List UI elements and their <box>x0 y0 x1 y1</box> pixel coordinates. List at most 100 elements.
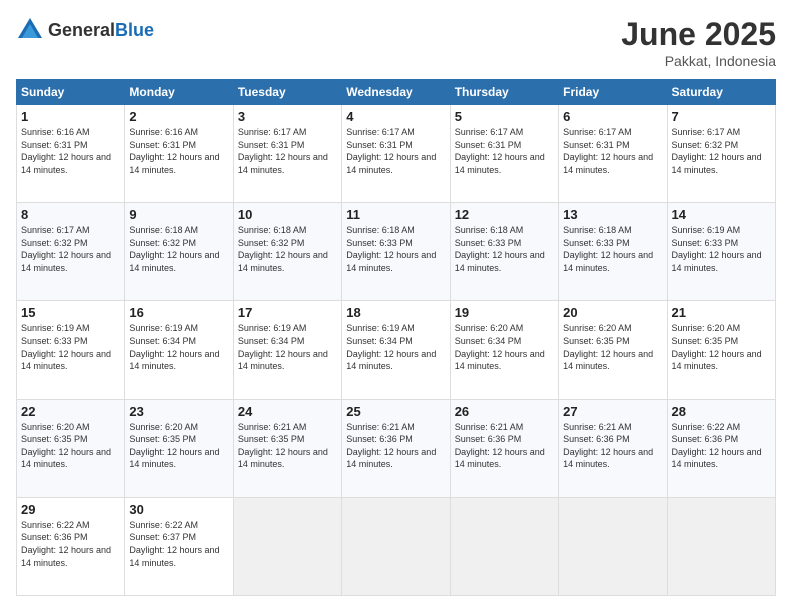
day-number: 11 <box>346 207 445 222</box>
calendar-cell: 16 Sunrise: 6:19 AMSunset: 6:34 PMDaylig… <box>125 301 233 399</box>
day-info: Sunrise: 6:20 AMSunset: 6:35 PMDaylight:… <box>563 323 653 371</box>
calendar-week-row: 15 Sunrise: 6:19 AMSunset: 6:33 PMDaylig… <box>17 301 776 399</box>
day-number: 12 <box>455 207 554 222</box>
day-number: 9 <box>129 207 228 222</box>
header: GeneralBlue June 2025 Pakkat, Indonesia <box>16 16 776 69</box>
day-number: 17 <box>238 305 337 320</box>
logo: GeneralBlue <box>16 16 154 44</box>
calendar-cell: 7 Sunrise: 6:17 AMSunset: 6:32 PMDayligh… <box>667 105 775 203</box>
calendar-cell: 15 Sunrise: 6:19 AMSunset: 6:33 PMDaylig… <box>17 301 125 399</box>
calendar-cell <box>233 497 341 595</box>
day-info: Sunrise: 6:18 AMSunset: 6:33 PMDaylight:… <box>455 225 545 273</box>
calendar-week-row: 22 Sunrise: 6:20 AMSunset: 6:35 PMDaylig… <box>17 399 776 497</box>
day-info: Sunrise: 6:19 AMSunset: 6:33 PMDaylight:… <box>21 323 111 371</box>
calendar-cell: 25 Sunrise: 6:21 AMSunset: 6:36 PMDaylig… <box>342 399 450 497</box>
day-info: Sunrise: 6:19 AMSunset: 6:33 PMDaylight:… <box>672 225 762 273</box>
calendar-cell: 29 Sunrise: 6:22 AMSunset: 6:36 PMDaylig… <box>17 497 125 595</box>
day-info: Sunrise: 6:18 AMSunset: 6:32 PMDaylight:… <box>238 225 328 273</box>
calendar-cell: 6 Sunrise: 6:17 AMSunset: 6:31 PMDayligh… <box>559 105 667 203</box>
calendar-header-row: Sunday Monday Tuesday Wednesday Thursday… <box>17 80 776 105</box>
day-info: Sunrise: 6:18 AMSunset: 6:32 PMDaylight:… <box>129 225 219 273</box>
calendar-cell: 5 Sunrise: 6:17 AMSunset: 6:31 PMDayligh… <box>450 105 558 203</box>
day-info: Sunrise: 6:21 AMSunset: 6:35 PMDaylight:… <box>238 422 328 470</box>
day-number: 3 <box>238 109 337 124</box>
day-number: 22 <box>21 404 120 419</box>
logo-text: GeneralBlue <box>48 20 154 41</box>
calendar-cell <box>559 497 667 595</box>
calendar-cell: 4 Sunrise: 6:17 AMSunset: 6:31 PMDayligh… <box>342 105 450 203</box>
day-info: Sunrise: 6:18 AMSunset: 6:33 PMDaylight:… <box>346 225 436 273</box>
calendar-cell: 19 Sunrise: 6:20 AMSunset: 6:34 PMDaylig… <box>450 301 558 399</box>
day-number: 29 <box>21 502 120 517</box>
day-number: 13 <box>563 207 662 222</box>
calendar-cell: 12 Sunrise: 6:18 AMSunset: 6:33 PMDaylig… <box>450 203 558 301</box>
calendar-cell: 30 Sunrise: 6:22 AMSunset: 6:37 PMDaylig… <box>125 497 233 595</box>
month-title: June 2025 <box>621 16 776 53</box>
page: GeneralBlue June 2025 Pakkat, Indonesia … <box>0 0 792 612</box>
calendar-cell: 2 Sunrise: 6:16 AMSunset: 6:31 PMDayligh… <box>125 105 233 203</box>
day-info: Sunrise: 6:22 AMSunset: 6:36 PMDaylight:… <box>21 520 111 568</box>
calendar-cell: 14 Sunrise: 6:19 AMSunset: 6:33 PMDaylig… <box>667 203 775 301</box>
day-info: Sunrise: 6:22 AMSunset: 6:36 PMDaylight:… <box>672 422 762 470</box>
calendar-cell: 18 Sunrise: 6:19 AMSunset: 6:34 PMDaylig… <box>342 301 450 399</box>
day-number: 5 <box>455 109 554 124</box>
col-wednesday: Wednesday <box>342 80 450 105</box>
calendar-cell: 24 Sunrise: 6:21 AMSunset: 6:35 PMDaylig… <box>233 399 341 497</box>
day-info: Sunrise: 6:16 AMSunset: 6:31 PMDaylight:… <box>21 127 111 175</box>
day-info: Sunrise: 6:17 AMSunset: 6:31 PMDaylight:… <box>346 127 436 175</box>
col-thursday: Thursday <box>450 80 558 105</box>
calendar-cell: 8 Sunrise: 6:17 AMSunset: 6:32 PMDayligh… <box>17 203 125 301</box>
day-info: Sunrise: 6:17 AMSunset: 6:31 PMDaylight:… <box>563 127 653 175</box>
title-section: June 2025 Pakkat, Indonesia <box>621 16 776 69</box>
day-number: 27 <box>563 404 662 419</box>
calendar-cell: 17 Sunrise: 6:19 AMSunset: 6:34 PMDaylig… <box>233 301 341 399</box>
calendar-cell: 23 Sunrise: 6:20 AMSunset: 6:35 PMDaylig… <box>125 399 233 497</box>
col-saturday: Saturday <box>667 80 775 105</box>
day-number: 6 <box>563 109 662 124</box>
day-info: Sunrise: 6:17 AMSunset: 6:31 PMDaylight:… <box>455 127 545 175</box>
logo-general: General <box>48 20 115 40</box>
calendar-cell: 21 Sunrise: 6:20 AMSunset: 6:35 PMDaylig… <box>667 301 775 399</box>
day-info: Sunrise: 6:16 AMSunset: 6:31 PMDaylight:… <box>129 127 219 175</box>
day-number: 21 <box>672 305 771 320</box>
day-info: Sunrise: 6:19 AMSunset: 6:34 PMDaylight:… <box>238 323 328 371</box>
day-number: 16 <box>129 305 228 320</box>
location: Pakkat, Indonesia <box>621 53 776 69</box>
logo-blue: Blue <box>115 20 154 40</box>
day-number: 8 <box>21 207 120 222</box>
calendar-cell: 26 Sunrise: 6:21 AMSunset: 6:36 PMDaylig… <box>450 399 558 497</box>
logo-icon <box>16 16 44 44</box>
day-info: Sunrise: 6:21 AMSunset: 6:36 PMDaylight:… <box>563 422 653 470</box>
col-friday: Friday <box>559 80 667 105</box>
day-info: Sunrise: 6:21 AMSunset: 6:36 PMDaylight:… <box>346 422 436 470</box>
day-number: 25 <box>346 404 445 419</box>
calendar-cell: 3 Sunrise: 6:17 AMSunset: 6:31 PMDayligh… <box>233 105 341 203</box>
day-number: 26 <box>455 404 554 419</box>
calendar-cell: 10 Sunrise: 6:18 AMSunset: 6:32 PMDaylig… <box>233 203 341 301</box>
calendar-week-row: 8 Sunrise: 6:17 AMSunset: 6:32 PMDayligh… <box>17 203 776 301</box>
day-info: Sunrise: 6:21 AMSunset: 6:36 PMDaylight:… <box>455 422 545 470</box>
calendar-cell: 27 Sunrise: 6:21 AMSunset: 6:36 PMDaylig… <box>559 399 667 497</box>
day-info: Sunrise: 6:19 AMSunset: 6:34 PMDaylight:… <box>346 323 436 371</box>
day-number: 24 <box>238 404 337 419</box>
calendar-cell: 28 Sunrise: 6:22 AMSunset: 6:36 PMDaylig… <box>667 399 775 497</box>
col-sunday: Sunday <box>17 80 125 105</box>
calendar-week-row: 1 Sunrise: 6:16 AMSunset: 6:31 PMDayligh… <box>17 105 776 203</box>
day-number: 10 <box>238 207 337 222</box>
col-tuesday: Tuesday <box>233 80 341 105</box>
day-number: 23 <box>129 404 228 419</box>
day-info: Sunrise: 6:19 AMSunset: 6:34 PMDaylight:… <box>129 323 219 371</box>
day-number: 19 <box>455 305 554 320</box>
day-number: 1 <box>21 109 120 124</box>
day-number: 7 <box>672 109 771 124</box>
day-info: Sunrise: 6:20 AMSunset: 6:35 PMDaylight:… <box>672 323 762 371</box>
day-info: Sunrise: 6:20 AMSunset: 6:35 PMDaylight:… <box>129 422 219 470</box>
calendar-week-row: 29 Sunrise: 6:22 AMSunset: 6:36 PMDaylig… <box>17 497 776 595</box>
calendar-cell: 9 Sunrise: 6:18 AMSunset: 6:32 PMDayligh… <box>125 203 233 301</box>
col-monday: Monday <box>125 80 233 105</box>
day-info: Sunrise: 6:20 AMSunset: 6:35 PMDaylight:… <box>21 422 111 470</box>
calendar-cell <box>450 497 558 595</box>
day-info: Sunrise: 6:18 AMSunset: 6:33 PMDaylight:… <box>563 225 653 273</box>
day-number: 14 <box>672 207 771 222</box>
day-number: 20 <box>563 305 662 320</box>
